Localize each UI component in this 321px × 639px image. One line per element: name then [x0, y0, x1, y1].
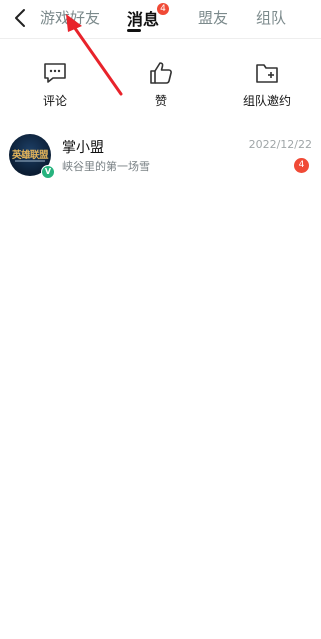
tab-game-friends[interactable]: 游戏好友: [40, 7, 100, 28]
verified-badge: V: [41, 165, 55, 179]
like-label: 赞: [154, 94, 167, 108]
thumbs-up-icon: [150, 62, 172, 84]
conversation-item[interactable]: 英雄联盟 V 掌小盟 峡谷里的第一场雪 2022/12/22 4: [0, 127, 321, 187]
comment-button[interactable]: 评论: [10, 60, 100, 112]
header-divider: [0, 38, 321, 39]
avatar-logo-underline: [15, 160, 45, 162]
conversation-date: 2022/12/22: [248, 138, 312, 151]
comment-icon: [44, 63, 66, 83]
folder-add-icon: [256, 64, 278, 83]
unread-count-badge: 4: [294, 158, 309, 173]
messages-unread-badge: 4: [157, 3, 169, 15]
active-tab-indicator: [127, 29, 141, 32]
conversation-name: 掌小盟: [62, 140, 104, 156]
comment-label: 评论: [42, 94, 67, 108]
like-button[interactable]: 赞: [116, 60, 206, 112]
avatar-logo-text: 英雄联盟: [11, 150, 49, 161]
tab-team[interactable]: 组队: [256, 7, 286, 28]
tab-allies[interactable]: 盟友: [198, 7, 228, 28]
top-tab-bar: 游戏好友 消息 4 盟友 组队: [0, 0, 321, 36]
conversation-preview: 峡谷里的第一场雪: [62, 160, 150, 173]
tab-messages[interactable]: 消息: [127, 6, 159, 30]
team-invite-button[interactable]: 组队邀约: [222, 60, 312, 112]
team-invite-label: 组队邀约: [242, 94, 291, 108]
back-icon[interactable]: [10, 6, 32, 30]
